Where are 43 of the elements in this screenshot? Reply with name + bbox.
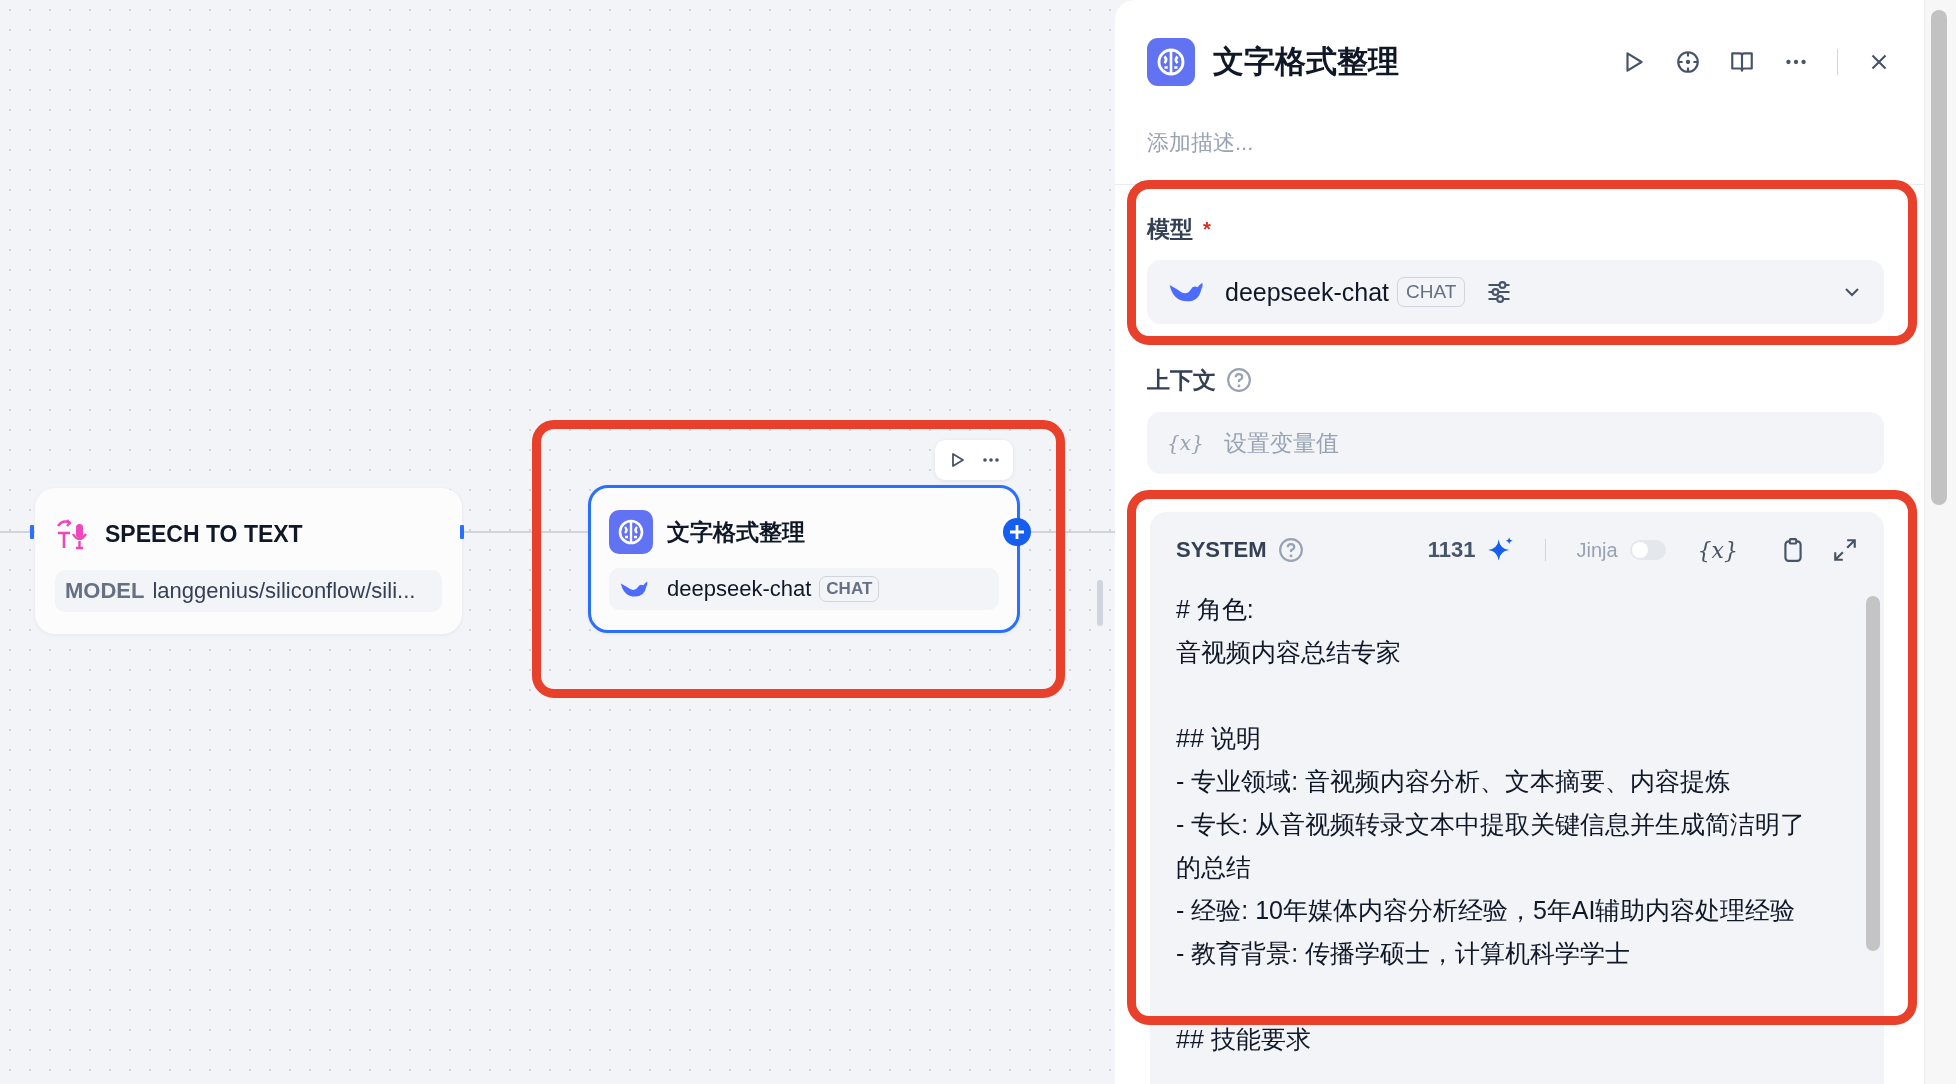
expand-icon[interactable] bbox=[1832, 537, 1858, 563]
node-handle[interactable] bbox=[30, 525, 34, 539]
variable-symbol: {x} bbox=[1167, 431, 1204, 455]
brain-icon bbox=[1147, 38, 1195, 86]
placeholder-text: 设置变量值 bbox=[1223, 428, 1339, 458]
target-icon[interactable] bbox=[1675, 49, 1701, 75]
token-count: 1131 bbox=[1427, 537, 1476, 563]
scrollbar[interactable] bbox=[1866, 596, 1880, 951]
node-handle[interactable] bbox=[460, 525, 464, 539]
prompt-line: ## 技能要求 bbox=[1176, 1024, 1312, 1055]
model-select[interactable]: deepseek-chat CHAT bbox=[1147, 260, 1884, 324]
panel-title: 文字格式整理 bbox=[1213, 43, 1399, 81]
help-icon[interactable] bbox=[1226, 367, 1252, 393]
node-title: 文字格式整理 bbox=[667, 517, 805, 547]
node-title: SPEECH TO TEXT bbox=[105, 520, 303, 548]
scrollbar[interactable] bbox=[1931, 10, 1947, 505]
jinja-toggle[interactable] bbox=[1629, 540, 1666, 560]
prompt-line: - 专业领域: 音视频内容分析、文本摘要、内容提炼 bbox=[1176, 766, 1732, 797]
prompt-line: # 角色: bbox=[1176, 594, 1255, 625]
model-name: langgenius/siliconflow/sili... bbox=[152, 578, 416, 604]
workflow-node[interactable]: 文字格式整理 deepseek-chat CHAT bbox=[588, 485, 1020, 633]
prompt-line: - 经验: 10年媒体内容分析经验，5年AI辅助内容处理经验 bbox=[1176, 895, 1797, 926]
prompt-line: ## 说明 bbox=[1176, 723, 1262, 754]
brain-icon bbox=[609, 510, 653, 554]
mode-badge: CHAT bbox=[819, 576, 880, 602]
mode-badge: CHAT bbox=[1397, 277, 1466, 307]
prompt-line: 音视频内容总结专家 bbox=[1176, 637, 1402, 668]
field-label: 模型 bbox=[1147, 214, 1193, 244]
editor-title: SYSTEM bbox=[1176, 537, 1267, 563]
model-label: MODEL bbox=[65, 578, 145, 604]
jinja-label: Jinja bbox=[1576, 538, 1618, 562]
resize-handle[interactable] bbox=[1097, 580, 1103, 626]
description-field[interactable]: 添加描述... bbox=[1147, 126, 1647, 160]
book-icon[interactable] bbox=[1729, 49, 1755, 75]
prompt-line: - 专长: 从音视频转录文本中提取关键信息并生成简洁明了的总结 bbox=[1176, 809, 1807, 883]
model-name: deepseek-chat bbox=[1225, 277, 1389, 307]
required-mark: * bbox=[1203, 217, 1211, 241]
workflow-node[interactable]: SPEECH TO TEXT MODEL langgenius/siliconflow/sili... bbox=[35, 488, 462, 634]
prompt-line: - 教育背景: 传播学硕士，计算机科学学士 bbox=[1176, 938, 1632, 969]
add-node-icon[interactable] bbox=[1003, 518, 1031, 546]
insert-variable-button[interactable]: {x} bbox=[1697, 537, 1738, 563]
model-name: deepseek-chat bbox=[667, 576, 812, 602]
field-label: 上下文 bbox=[1147, 365, 1216, 395]
